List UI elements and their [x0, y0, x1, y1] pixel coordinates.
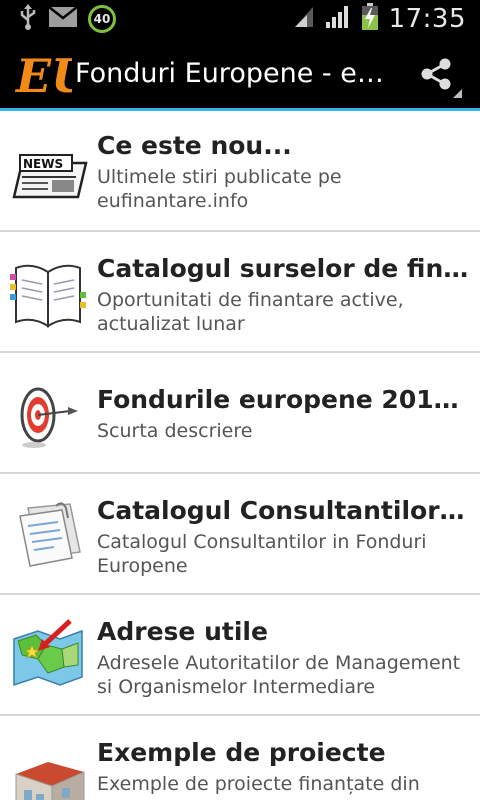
app-logo-text: EU	[14, 49, 72, 100]
list-item-useful-addresses[interactable]: Adrese utile Adresele Autoritatilor de M…	[0, 595, 480, 716]
list-item-subtitle: Oportunitati de finantare active, actual…	[97, 289, 404, 335]
list-item-title: Exemple de proiecte	[97, 738, 386, 767]
app-title: Fonduri Europene - eufinantare	[75, 58, 385, 89]
list-item-title: Catalogul Consultantilor in Fonduri Euro…	[97, 496, 470, 525]
list-item-funds-2014-2020[interactable]: Fondurile europene 2014-2020 Scurta desc…	[0, 353, 480, 474]
share-button[interactable]	[408, 52, 464, 100]
wifi-icon	[293, 5, 315, 33]
list-item-consultants-text: Catalogul Consultantilor in Fonduri Euro…	[97, 496, 470, 578]
map-icon	[8, 615, 88, 695]
overflow-corner-indicator	[453, 89, 462, 98]
battery-charging-icon	[361, 3, 379, 35]
list-item-title: Adrese utile	[97, 617, 268, 646]
list-item-projects-text: Exemple de proiecte Exemple de proiecte …	[97, 738, 470, 796]
list-item-news-text: Ce este nou... Ultimele stiri publicate …	[97, 131, 470, 213]
documents-icon	[8, 496, 88, 576]
gmail-icon	[48, 6, 78, 32]
list-item-addresses-text: Adrese utile Adresele Autoritatilor de M…	[97, 617, 470, 699]
list-item-subtitle: Scurta descriere	[97, 420, 253, 442]
status-bar: 40 17:35	[0, 0, 480, 38]
list-item-catalog[interactable]: Catalogul surselor de finantare Oportuni…	[0, 232, 480, 353]
svg-text:NEWS: NEWS	[23, 157, 63, 171]
share-icon	[419, 57, 453, 95]
building-icon	[8, 740, 88, 800]
usb-icon	[18, 4, 38, 34]
list-item-title: Catalogul surselor de finantare	[97, 254, 470, 283]
list-item-subtitle: Adresele Autoritatilor de Management si …	[97, 652, 461, 698]
list-item-project-examples[interactable]: Exemple de proiecte Exemple de proiecte …	[0, 716, 480, 800]
list-item-subtitle: Catalogul Consultantilor in Fonduri Euro…	[97, 531, 427, 577]
app-logo-icon[interactable]: EU	[14, 48, 94, 103]
list-item-news[interactable]: NEWS Ce este nou... Ultimele stiri publi…	[0, 111, 480, 232]
status-bar-notifications: 40	[18, 4, 116, 34]
menu-list[interactable]: NEWS Ce este nou... Ultimele stiri publi…	[0, 111, 480, 800]
signal-icon	[325, 4, 351, 34]
target-icon	[8, 375, 88, 455]
status-bar-time: 17:35	[388, 4, 466, 34]
list-item-catalog-text: Catalogul surselor de finantare Oportuni…	[97, 254, 470, 336]
list-item-title: Ce este nou...	[97, 131, 292, 160]
list-item-subtitle: Exemple de proiecte finanțate din	[97, 773, 420, 795]
status-bar-system: 17:35	[293, 0, 466, 38]
badge-40-icon: 40	[88, 5, 116, 33]
list-item-consultants[interactable]: Catalogul Consultantilor in Fonduri Euro…	[0, 474, 480, 595]
book-icon	[8, 254, 88, 334]
news-icon: NEWS	[8, 133, 88, 213]
list-item-subtitle: Ultimele stiri publicate pe eufinantare.…	[97, 166, 342, 212]
list-item-funds-text: Fondurile europene 2014-2020 Scurta desc…	[97, 385, 470, 443]
list-item-title: Fondurile europene 2014-2020	[97, 385, 470, 414]
